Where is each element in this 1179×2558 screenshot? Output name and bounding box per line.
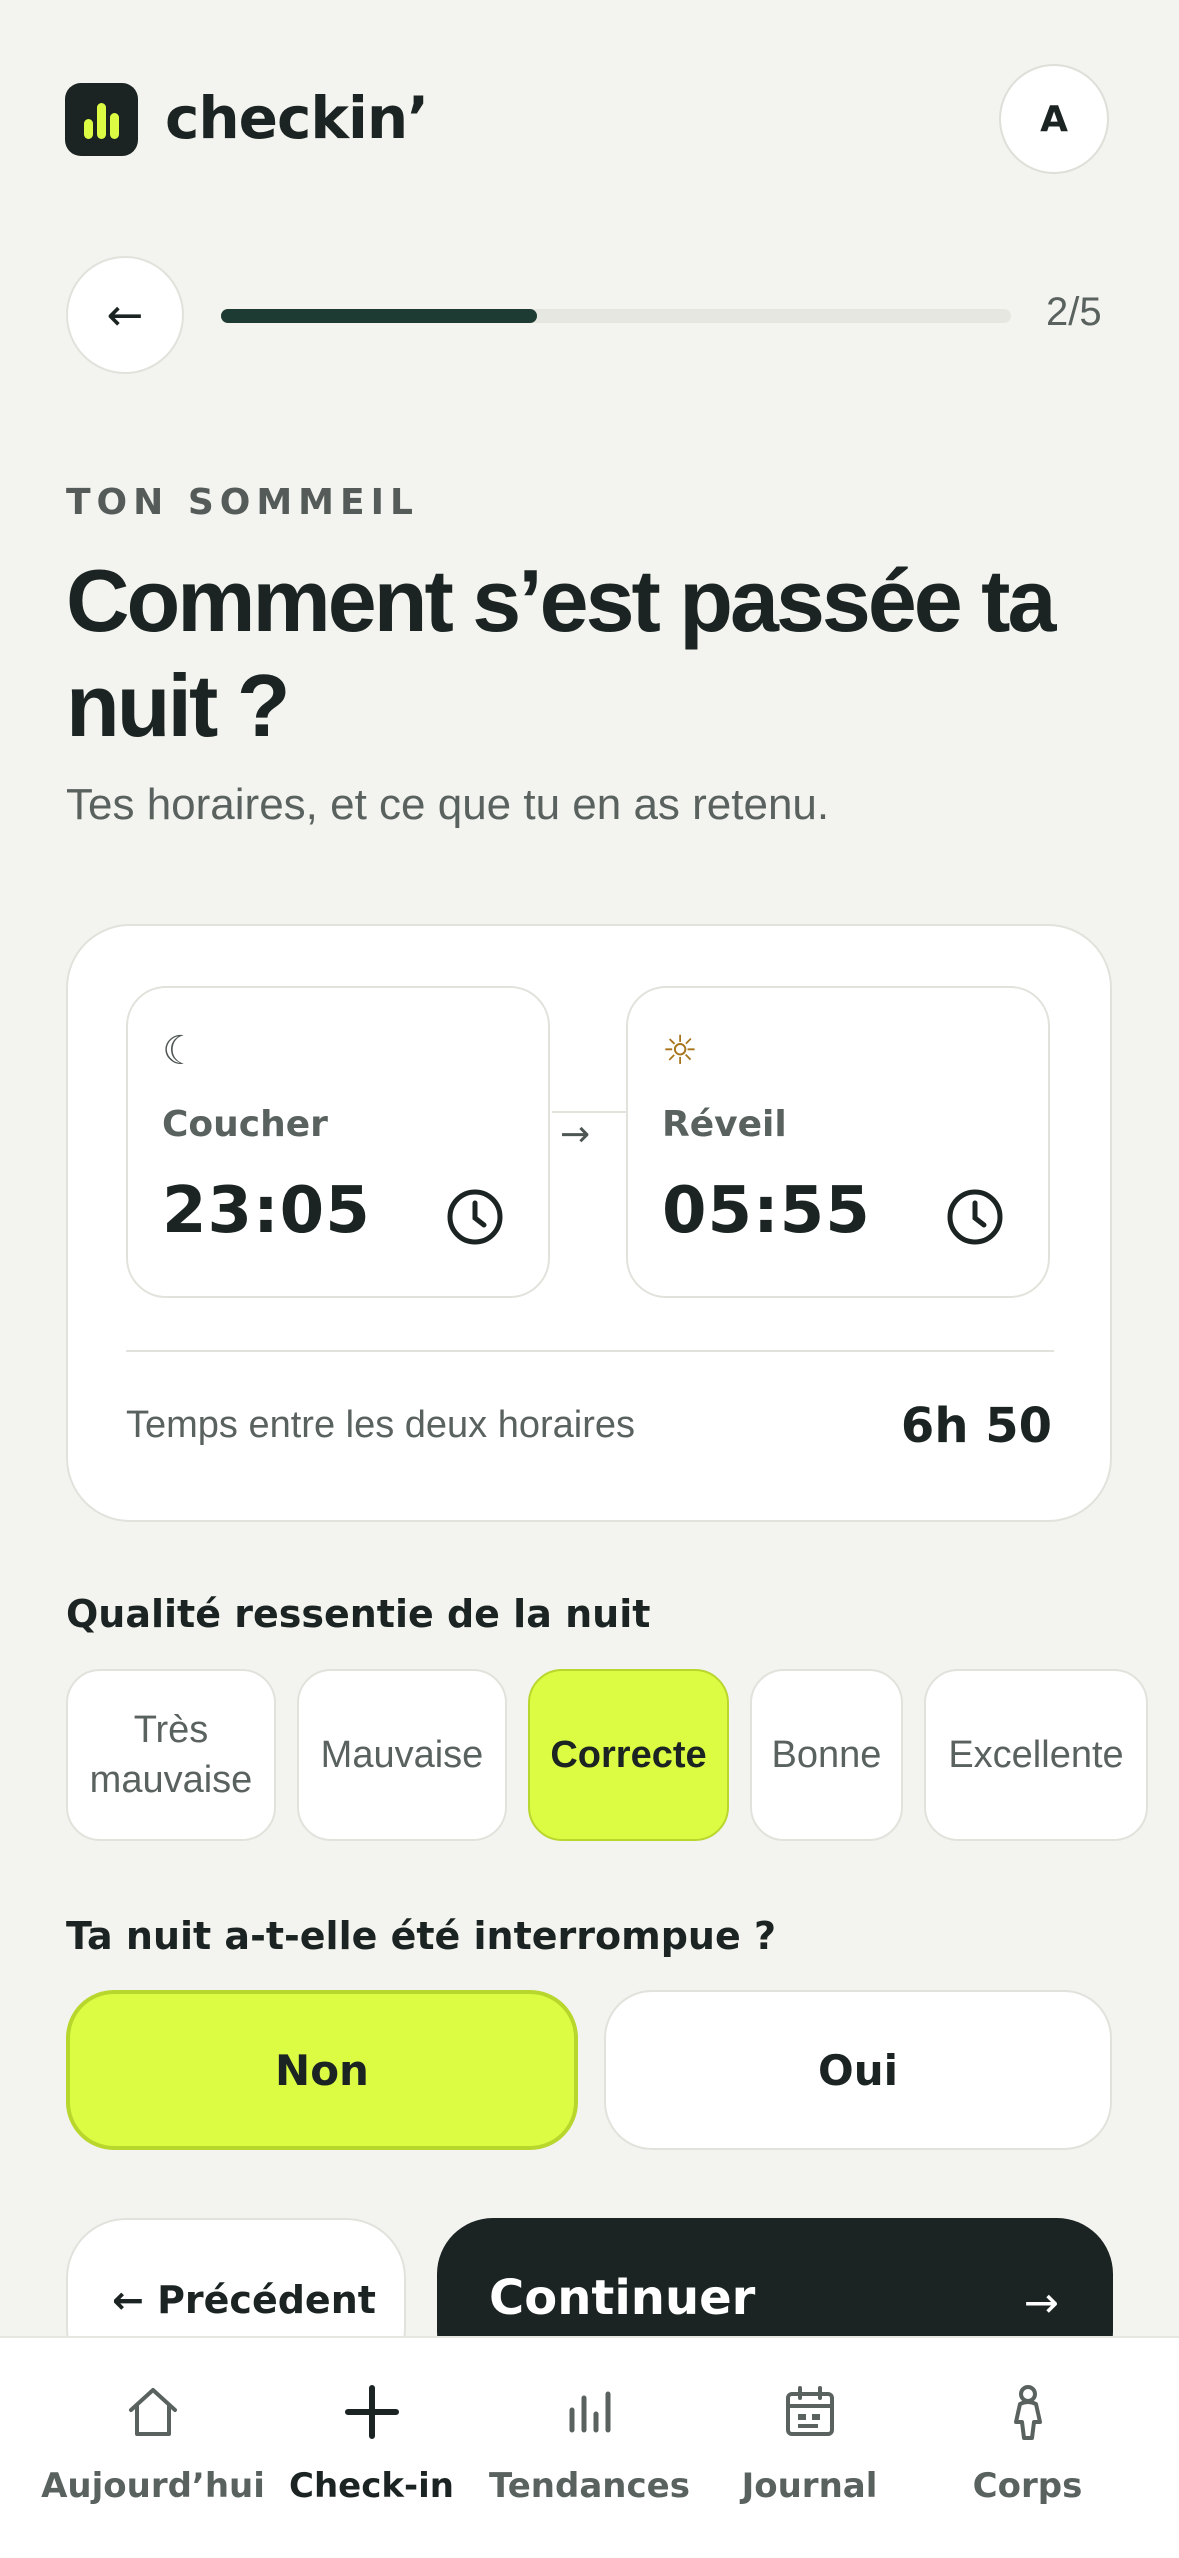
bedtime-field[interactable]: ☾ Coucher 23:05 bbox=[126, 986, 550, 1298]
nav-item-body[interactable]: Corps bbox=[910, 2338, 1145, 2558]
bedtime-label: Coucher bbox=[162, 1104, 328, 1145]
section-eyebrow: TON SOMMEIL bbox=[66, 482, 419, 523]
progress-fill bbox=[221, 309, 537, 323]
interrupted-title: Ta nuit a-t-elle été interrompue ? bbox=[66, 1914, 777, 1958]
nav-item-trends[interactable]: Tendances bbox=[472, 2338, 707, 2558]
bottom-nav: Aujourd’hui Check-in Tendances Journal C… bbox=[0, 2336, 1179, 2558]
plus-icon bbox=[344, 2385, 399, 2439]
page-subtitle: Tes horaires, et ce que tu en as retenu. bbox=[66, 780, 830, 829]
duration-value: 6h 50 bbox=[900, 1398, 1052, 1454]
arrow-right-icon: → bbox=[1023, 2278, 1059, 2327]
sleep-times-card: ☾ Coucher 23:05 → ☼ Réveil 05:55 Temps e… bbox=[66, 924, 1112, 1522]
home-icon bbox=[129, 2388, 177, 2436]
back-button[interactable]: ← bbox=[66, 256, 184, 374]
arrow-right-icon: → bbox=[554, 1114, 597, 1155]
sun-icon: ☼ bbox=[662, 1028, 698, 1074]
bar-chart-icon bbox=[569, 2391, 610, 2433]
bedtime-value: 23:05 bbox=[162, 1174, 371, 1248]
wake-label: Réveil bbox=[662, 1104, 787, 1145]
nav-item-today[interactable]: Aujourd’hui bbox=[33, 2338, 273, 2558]
time-connector bbox=[552, 1111, 628, 1113]
step-counter: 2/5 bbox=[1046, 290, 1102, 334]
continue-label: Continuer bbox=[489, 2270, 756, 2326]
clock-icon[interactable] bbox=[946, 1188, 1004, 1246]
body-icon bbox=[1013, 2385, 1042, 2440]
nav-item-journal[interactable]: Journal bbox=[692, 2338, 927, 2558]
quality-option-correcte[interactable]: Correcte bbox=[528, 1669, 729, 1841]
quality-option-tres-mauvaise[interactable]: Très mauvaise bbox=[66, 1669, 276, 1841]
interrupted-no-button[interactable]: Non bbox=[66, 1990, 578, 2150]
progress-bar bbox=[221, 309, 1011, 323]
quality-option-excellente[interactable]: Excellente bbox=[924, 1669, 1148, 1841]
duration-label: Temps entre les deux horaires bbox=[126, 1404, 636, 1446]
card-divider bbox=[126, 1350, 1054, 1352]
quality-option-mauvaise[interactable]: Mauvaise bbox=[297, 1669, 507, 1841]
app-name: checkin’ bbox=[165, 84, 429, 152]
nav-label: Journal bbox=[741, 2466, 878, 2506]
wake-field[interactable]: ☼ Réveil 05:55 bbox=[626, 986, 1050, 1298]
previous-label: ← Précédent bbox=[112, 2278, 376, 2322]
page-title: Comment s’est passée ta nuit ? bbox=[66, 551, 1056, 755]
nav-label: Aujourd’hui bbox=[41, 2466, 265, 2506]
quality-title: Qualité ressentie de la nuit bbox=[66, 1592, 651, 1636]
nav-label: Check-in bbox=[289, 2466, 454, 2506]
interrupted-yes-button[interactable]: Oui bbox=[604, 1990, 1112, 2150]
quality-option-bonne[interactable]: Bonne bbox=[750, 1669, 903, 1841]
avatar[interactable]: A bbox=[999, 64, 1109, 174]
nav-label: Tendances bbox=[489, 2466, 690, 2506]
nav-label: Corps bbox=[972, 2466, 1083, 2506]
nav-item-checkin[interactable]: Check-in bbox=[254, 2338, 489, 2558]
calendar-icon bbox=[785, 2386, 834, 2436]
moon-icon: ☾ bbox=[162, 1028, 198, 1074]
app-logo-icon bbox=[65, 83, 138, 156]
clock-icon[interactable] bbox=[446, 1188, 504, 1246]
wake-value: 05:55 bbox=[662, 1174, 871, 1248]
